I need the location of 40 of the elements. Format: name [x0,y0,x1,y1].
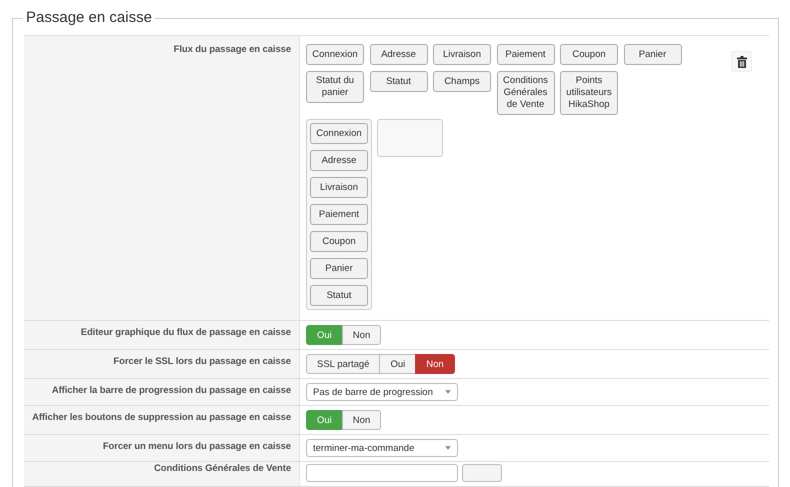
step-chip[interactable]: Coupon [310,231,368,252]
step-chip[interactable]: Panier [624,44,682,65]
delete-button[interactable] [731,51,752,72]
step-chip[interactable]: Adresse [310,150,368,171]
step-chip[interactable]: Statut du panier [306,71,364,103]
button[interactable] [462,464,502,482]
step-chip[interactable]: Livraison [310,177,368,198]
dropdown[interactable]: terminer-ma-commande [306,439,458,457]
trash-icon [736,56,746,68]
step-chip[interactable]: Conditions Générales de Vente [496,71,554,115]
step-chip[interactable]: Statut [310,285,368,306]
step-chip[interactable]: Paiement [310,204,368,225]
caret-icon [445,446,451,450]
setting-label: Forcer le SSL lors du passage en caisse [113,356,291,367]
option-button[interactable]: SSL partagé [306,354,380,374]
step-chip[interactable]: Statut [370,71,428,92]
option-button[interactable]: Non [415,354,455,374]
step-chip[interactable]: Paiement [496,44,554,65]
dropdown[interactable]: Pas de barre de progression [306,383,458,401]
step-chip[interactable]: Coupon [560,44,618,65]
setting-label: Afficher la barre de progression du passage en caisse [52,385,291,396]
step-chip[interactable]: Panier [310,258,368,279]
step-chip[interactable]: Champs [433,71,491,92]
step-chip[interactable]: Adresse [370,44,428,65]
setting-label: Flux du passage en caisse [174,44,291,55]
setting-label: Forcer un menu lors du passage en caisse [102,441,291,452]
option-button[interactable]: Non [342,410,382,430]
setting-label: Conditions Générales de Vente [154,463,291,474]
step-chip[interactable]: Points utilisateurs HikaShop [560,71,618,115]
drop-zone[interactable] [377,119,443,157]
step-chip[interactable]: Livraison [433,44,491,65]
caret-icon [445,390,451,394]
setting-label: Editeur graphique du flux de passage en caisse [80,327,291,338]
section-title: Passage en caisse [23,9,155,27]
step-chip[interactable]: Connexion [310,123,368,144]
option-button[interactable]: Oui [379,354,416,374]
step-chip[interactable]: Connexion [306,44,364,65]
setting-label: Afficher les boutons de suppression au passage en caisse [32,412,291,423]
option-button[interactable]: Non [342,325,382,345]
dropdown[interactable] [306,464,458,482]
